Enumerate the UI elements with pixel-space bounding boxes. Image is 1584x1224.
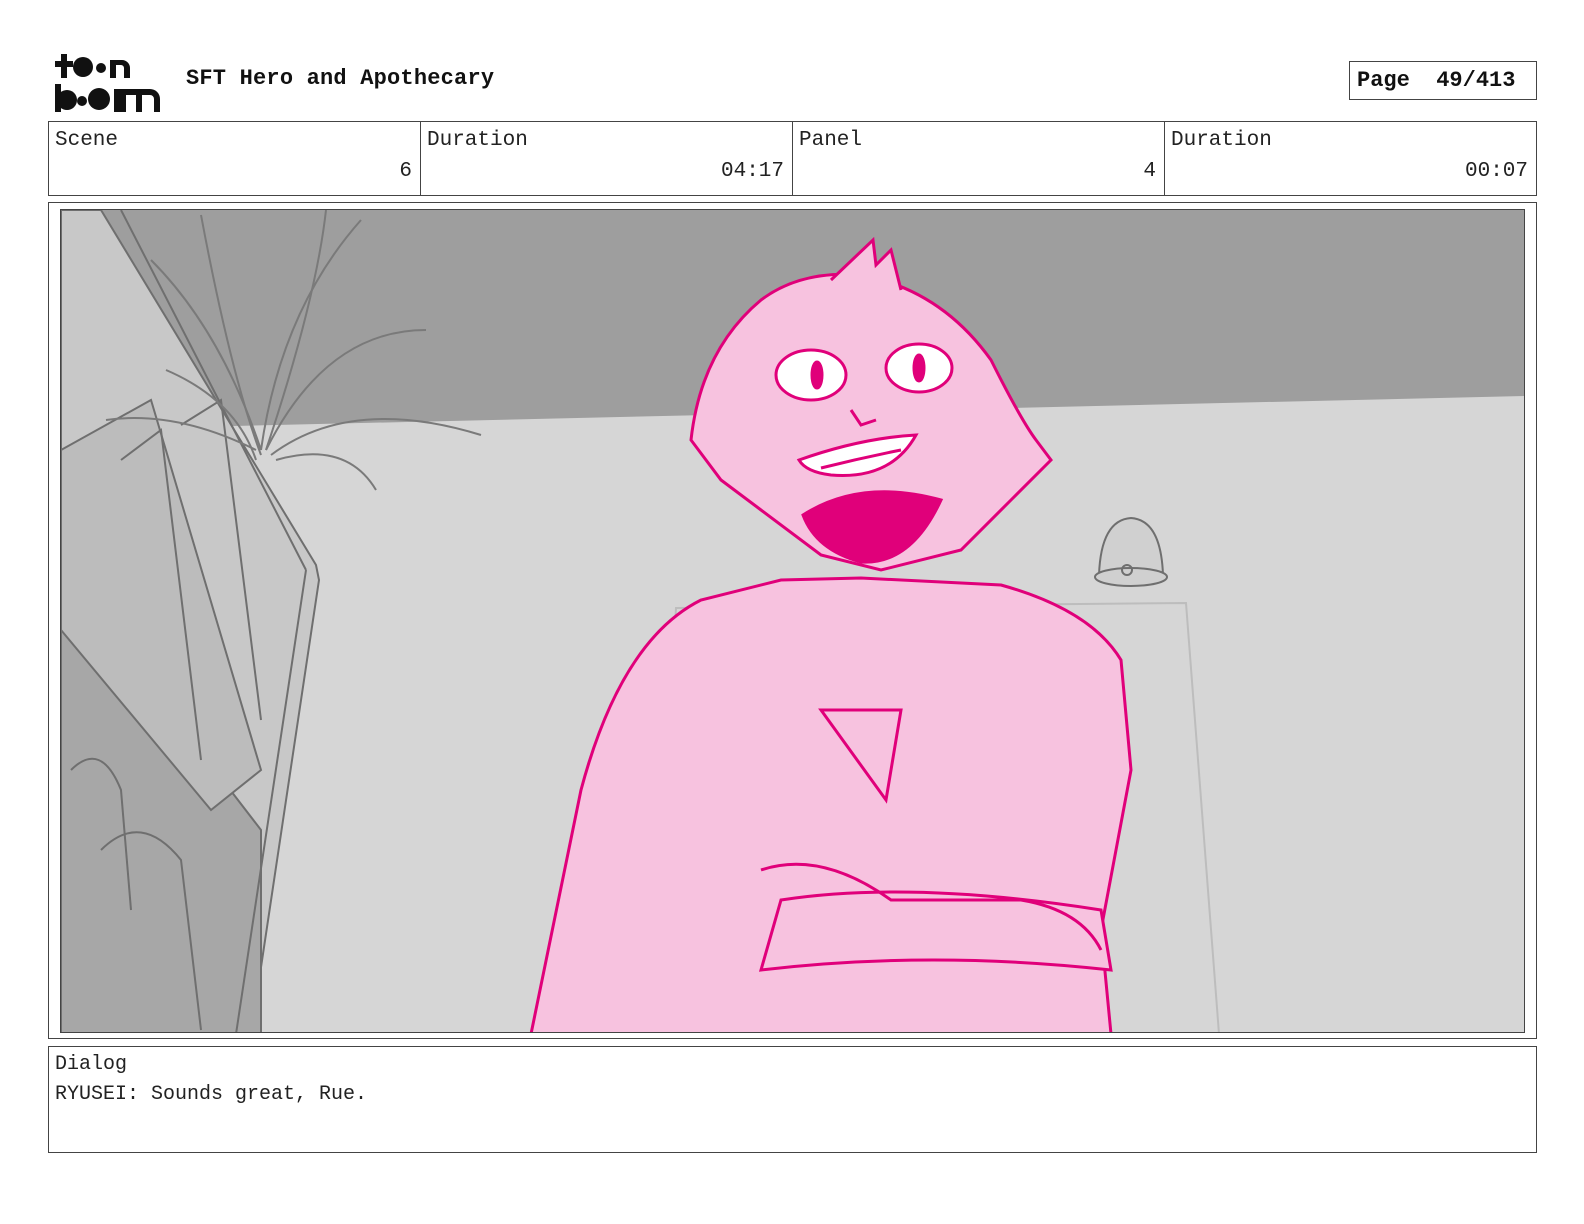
dialog-box: Dialog RYUSEI: Sounds great, Rue.	[48, 1046, 1537, 1153]
toon-boom-logo	[55, 54, 160, 112]
info-bar: Scene 6 Duration 04:17 Panel 4 Duration …	[48, 121, 1537, 196]
page-label: Page	[1357, 68, 1410, 93]
project-title: SFT Hero and Apothecary	[186, 66, 495, 91]
scene-duration-cell: Duration 04:17	[421, 122, 793, 195]
page-number: 49/413	[1436, 68, 1516, 93]
dialog-label: Dialog	[55, 1053, 128, 1076]
panel-sketch	[61, 210, 1524, 1032]
dialog-text: RYUSEI: Sounds great, Rue.	[55, 1083, 368, 1106]
storyboard-panel-image	[60, 209, 1525, 1033]
panel-cell: Panel 4	[793, 122, 1165, 195]
panel-label: Panel	[799, 129, 863, 152]
scene-label: Scene	[55, 129, 119, 152]
panel-duration-value: 00:07	[1464, 160, 1528, 183]
page-indicator: Page 49/413	[1349, 61, 1537, 100]
panel-duration-label: Duration	[1171, 129, 1272, 152]
scene-duration-label: Duration	[427, 129, 528, 152]
panel-value: 4	[1143, 160, 1156, 183]
scene-value: 6	[399, 160, 412, 183]
panel-duration-cell: Duration 00:07	[1165, 122, 1536, 195]
scene-cell: Scene 6	[49, 122, 421, 195]
scene-duration-value: 04:17	[720, 160, 784, 183]
